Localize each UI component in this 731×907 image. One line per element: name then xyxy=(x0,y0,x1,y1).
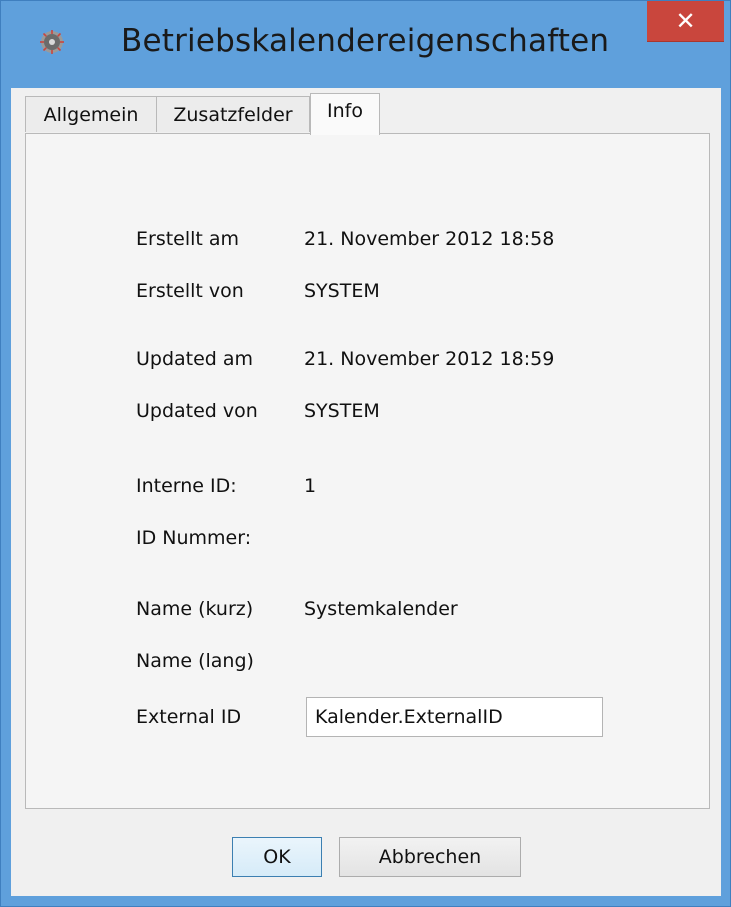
title-bar[interactable]: Betriebskalendereigenschaften ✕ xyxy=(1,1,730,88)
updated-by-label: Updated von xyxy=(136,400,258,422)
created-at-value: 21. November 2012 18:58 xyxy=(304,228,555,250)
window-title: Betriebskalendereigenschaften xyxy=(121,23,610,59)
name-short-label: Name (kurz) xyxy=(136,598,254,620)
created-by-label: Erstellt von xyxy=(136,280,244,302)
name-long-label: Name (lang) xyxy=(136,650,254,672)
close-button[interactable]: ✕ xyxy=(647,1,724,42)
id-number-label: ID Nummer: xyxy=(136,527,252,549)
gear-icon xyxy=(40,30,64,54)
tab-zusatzfelder[interactable]: Zusatzfelder xyxy=(156,96,310,132)
tab-info[interactable]: Info xyxy=(310,93,380,135)
created-by-value: SYSTEM xyxy=(304,280,380,302)
info-panel: Erstellt am 21. November 2012 18:58 Erst… xyxy=(25,133,710,809)
internal-id-value: 1 xyxy=(304,475,317,497)
name-short-value: Systemkalender xyxy=(304,598,458,620)
created-at-label: Erstellt am xyxy=(136,228,240,250)
close-icon: ✕ xyxy=(675,7,696,35)
ok-button[interactable]: OK xyxy=(232,837,322,877)
external-id-label: External ID xyxy=(136,706,242,728)
dialog-window: Betriebskalendereigenschaften ✕ Allgemei… xyxy=(0,0,731,907)
dialog-content: Allgemein Zusatzfelder Info Erstellt am … xyxy=(11,88,721,896)
updated-at-value: 21. November 2012 18:59 xyxy=(304,348,555,370)
cancel-button[interactable]: Abbrechen xyxy=(339,837,521,877)
updated-at-label: Updated am xyxy=(136,348,254,370)
tab-allgemein[interactable]: Allgemein xyxy=(25,96,157,132)
updated-by-value: SYSTEM xyxy=(304,400,380,422)
internal-id-label: Interne ID: xyxy=(136,475,237,497)
external-id-input[interactable] xyxy=(306,697,603,737)
